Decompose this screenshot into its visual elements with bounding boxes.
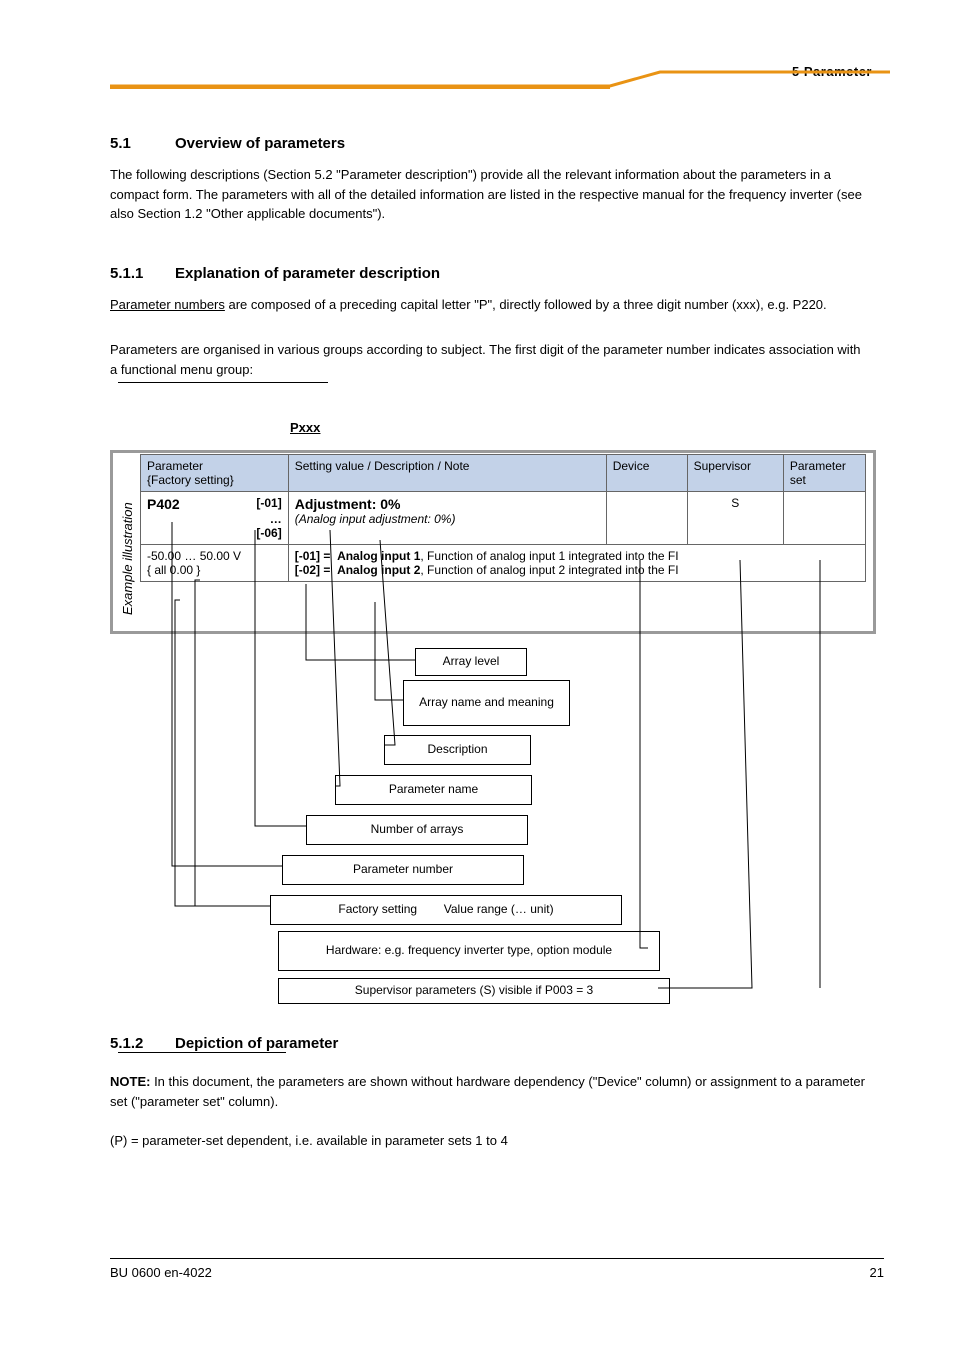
underline-rule-2: [118, 1052, 286, 1053]
footer-right: 21: [870, 1265, 884, 1280]
note-text: In this document, the parameters are sho…: [110, 1074, 865, 1109]
section-5-1-2-title: Depiction of parameter: [175, 1035, 338, 1052]
leader-lines: [0, 0, 954, 1060]
note-paragraph: NOTE: In this document, the parameters a…: [110, 1072, 870, 1150]
callout-pset: (P) = parameter-set dependent, i.e. avai…: [110, 1133, 508, 1148]
note-label: NOTE:: [110, 1074, 150, 1089]
page-footer: BU 0600 en-4022 21: [110, 1258, 884, 1280]
section-5-1-2-num: 5.1.2: [110, 1035, 143, 1052]
footer-left: BU 0600 en-4022: [110, 1265, 212, 1280]
